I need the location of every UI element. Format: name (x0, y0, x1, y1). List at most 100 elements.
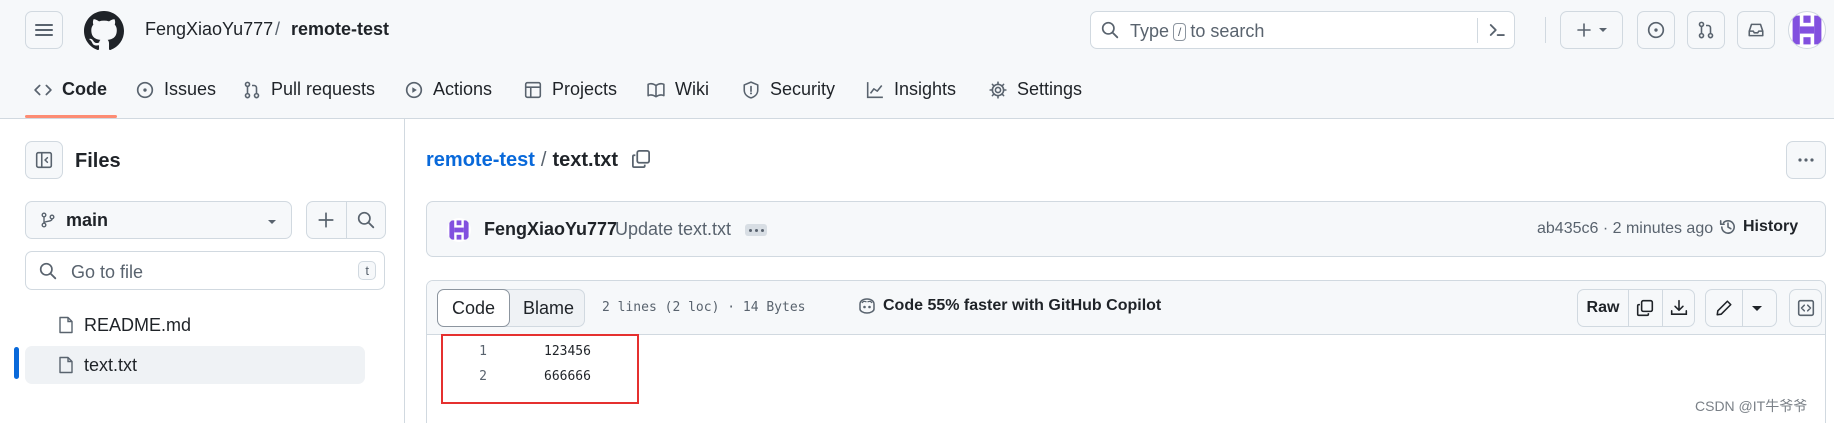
issues-button[interactable] (1637, 11, 1675, 49)
search-icon[interactable] (357, 211, 375, 229)
code-square-icon (1797, 299, 1814, 317)
path-repo-link[interactable]: remote-test (426, 149, 535, 172)
history-label: History (1743, 218, 1799, 235)
selected-item-indicator (14, 347, 19, 379)
file-tree-item[interactable]: README.md (25, 306, 365, 344)
graph-icon (866, 81, 883, 98)
go-to-file-shortcut: t (358, 261, 376, 280)
git-pull-request-icon (244, 81, 260, 98)
issue-opened-icon (1647, 21, 1665, 39)
menu-button[interactable] (25, 11, 63, 49)
file-tree-item-selected[interactable]: text.txt (25, 346, 365, 384)
file-icon (59, 356, 73, 374)
tab-pull-requests-label: Pull requests (271, 79, 376, 99)
file-icon (59, 316, 73, 334)
tab-projects-label: Projects (552, 79, 618, 99)
commit-author-avatar[interactable] (447, 218, 471, 242)
button-divider (1662, 290, 1663, 326)
issue-opened-icon (136, 81, 154, 98)
search-icon (39, 262, 57, 280)
plus-icon (1576, 23, 1591, 37)
watermark: CSDN @IT牛爷爷 (1695, 398, 1808, 414)
search-shortcut-key: / (1173, 22, 1187, 41)
expand-commit-button[interactable] (745, 224, 767, 236)
tab-insights[interactable]: Insights (866, 60, 956, 119)
pull-requests-button[interactable] (1687, 11, 1725, 49)
global-search-input[interactable]: Type / to search (1090, 11, 1515, 49)
search-placeholder-suffix: to search (1190, 21, 1265, 41)
github-logo-icon[interactable] (84, 11, 124, 51)
tab-projects[interactable]: Projects (524, 60, 617, 119)
tab-code[interactable]: Code (34, 60, 107, 119)
file-path-breadcrumb: remote-test / text.txt (426, 149, 618, 172)
active-tab-indicator (25, 115, 117, 118)
command-palette-icon[interactable] (1487, 20, 1507, 40)
add-search-group (306, 201, 386, 239)
triangle-down-icon[interactable] (1751, 305, 1763, 313)
create-new-button[interactable] (1560, 11, 1623, 49)
tab-security[interactable]: Security (742, 60, 835, 119)
tab-pull-requests[interactable]: Pull requests (243, 60, 375, 119)
identicon-icon (1792, 15, 1822, 45)
git-branch-icon (41, 212, 55, 228)
commit-author-link[interactable]: FengXiaoYu777 (484, 219, 617, 240)
go-to-file-input[interactable]: Go to file t (25, 251, 385, 290)
file-stats: 2 lines (2 loc) · 14 Bytes (602, 300, 806, 315)
play-icon (405, 81, 423, 98)
button-divider (346, 202, 347, 238)
user-avatar[interactable] (1788, 11, 1826, 49)
raw-actions-group: Raw (1577, 289, 1695, 327)
search-placeholder-prefix: Type (1130, 21, 1170, 41)
code-icon (34, 84, 52, 95)
sidebar-title: Files (75, 150, 121, 172)
inbox-icon (1748, 23, 1764, 37)
breadcrumb-separator: / (275, 19, 281, 39)
code-view-button[interactable]: Code (437, 289, 510, 327)
search-icon (1101, 21, 1119, 39)
history-button[interactable]: History (1719, 218, 1798, 236)
kebab-horizontal-icon (1798, 158, 1814, 162)
copy-icon[interactable] (1636, 299, 1654, 317)
copilot-promo-link[interactable]: Code 55% faster with GitHub Copilot (857, 297, 1161, 315)
copy-icon[interactable] (631, 149, 651, 169)
tab-settings[interactable]: Settings (989, 60, 1082, 119)
download-icon[interactable] (1670, 299, 1688, 317)
search-placeholder: Type / to search (1130, 21, 1264, 42)
blame-view-button[interactable]: Blame (523, 298, 574, 319)
raw-button[interactable]: Raw (1578, 290, 1628, 326)
header-divider (1545, 17, 1546, 43)
path-separator: / (540, 149, 547, 171)
identicon-icon (449, 220, 469, 240)
red-highlight-box (441, 334, 639, 404)
tab-wiki[interactable]: Wiki (647, 60, 709, 119)
symbols-panel-button[interactable] (1789, 289, 1822, 327)
hamburger-icon (35, 24, 53, 36)
branch-selector[interactable]: main (25, 201, 292, 239)
tab-wiki-label: Wiki (675, 79, 709, 99)
plus-icon[interactable] (317, 211, 335, 229)
more-options-button[interactable] (1786, 141, 1826, 179)
pencil-icon[interactable] (1715, 299, 1733, 317)
view-mode-toggle: Code Blame (437, 289, 585, 327)
triangle-down-icon (268, 220, 276, 224)
table-icon (524, 81, 542, 98)
tab-issues[interactable]: Issues (136, 60, 216, 119)
latest-commit-bar: FengXiaoYu777 Update text.txt ab435c6 · … (426, 201, 1826, 257)
commit-message-link[interactable]: Update text.txt (615, 219, 731, 240)
shield-icon (743, 80, 759, 99)
breadcrumb-owner-link[interactable]: FengXiaoYu777 (145, 19, 273, 40)
collapse-sidebar-button[interactable] (25, 141, 63, 179)
copilot-promo-label: Code 55% faster with GitHub Copilot (883, 297, 1162, 314)
file-tree-item-label: text.txt (84, 354, 138, 375)
commit-sha-time[interactable]: ab435c6 · 2 minutes ago (1537, 220, 1713, 238)
tab-issues-label: Issues (164, 79, 217, 99)
tab-actions[interactable]: Actions (405, 60, 492, 119)
repo-header: FengXiaoYu777 / remote-test Type / to se… (0, 0, 1834, 119)
gear-icon (989, 80, 1007, 99)
history-icon (1719, 220, 1735, 234)
repo-nav-tabs: Code Issues Pull requests Actions Projec… (0, 60, 1834, 119)
breadcrumb-repo-link[interactable]: remote-test (291, 19, 389, 40)
tab-insights-label: Insights (894, 79, 957, 99)
inbox-button[interactable] (1737, 11, 1775, 49)
book-icon (647, 82, 665, 98)
